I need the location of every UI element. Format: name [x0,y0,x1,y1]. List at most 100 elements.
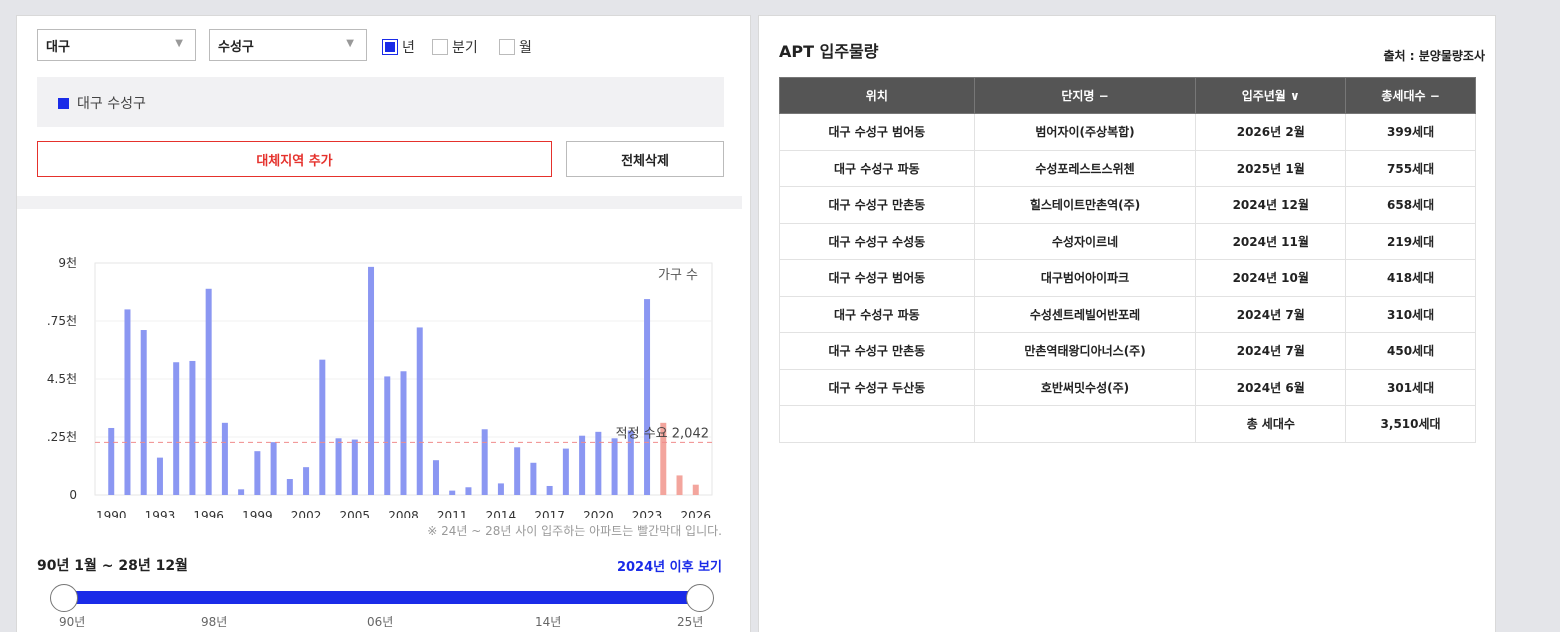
bar [108,427,115,495]
y-tick-label: 4.5천 [47,371,77,386]
households-cell: 301세대 [1345,368,1476,406]
bar [140,330,147,495]
bar [368,266,375,495]
col-header-location: 위치 [779,77,975,114]
view-after-2024-link[interactable]: 2024년 이후 보기 [617,556,722,575]
selected-region-label: 대구 수성구 [77,96,146,112]
district-select[interactable]: 수성구 ▼ [209,29,367,61]
period-quarter-checkbox[interactable]: 분기 [432,37,478,57]
bar [286,479,293,495]
complex-name-cell: 대구범어아이파크 [973,259,1197,297]
complex-name-cell: 수성센트레빌어반포레 [973,295,1197,333]
x-tick-label: 1996 [193,509,224,518]
move-in-date-cell: 2024년 7월 [1195,332,1347,370]
chevron-down-icon: ▼ [346,38,354,49]
add-region-button[interactable]: 대체지역 추가 [37,141,552,177]
bar [692,484,699,495]
bar [156,457,163,495]
col-header-households-sort[interactable]: 총세대수 − [1345,77,1476,114]
checkbox-icon [499,39,515,55]
bar [449,490,456,495]
table-row[interactable]: 대구 수성구 만촌동 만촌역태왕디아너스(주) 2024년 7월 450세대 [779,332,1476,370]
bar [676,475,683,495]
move-in-date-cell: 2024년 7월 [1195,295,1347,333]
table-row[interactable]: 대구 수성구 범어동 대구범어아이파크 2024년 10월 418세대 [779,259,1476,297]
bar [432,460,439,495]
table-row[interactable]: 대구 수성구 파동 수성센트레빌어반포레 2024년 7월 310세대 [779,295,1476,333]
bar [384,376,391,495]
slider-tick-label: 90년 [59,615,86,629]
y-tick-label: 6.75천 [47,313,77,328]
slider-tick-label: 25년 [677,615,704,629]
section-divider [17,196,742,209]
move-in-date-cell: 2024년 10월 [1195,259,1347,297]
move-in-date-cell: 2024년 6월 [1195,368,1347,406]
x-tick-label: 1993 [145,509,176,518]
chevron-down-icon: ▼ [175,38,183,49]
table-body: 대구 수성구 범어동 범어자이(주상복합) 2026년 2월 399세대 대구 수성구 … [779,113,1476,443]
complex-name-cell: 힐스테이트만촌역(주) [973,186,1197,224]
move-in-date-cell: 2024년 12월 [1195,186,1347,224]
location-cell: 대구 수성구 범어동 [779,259,975,297]
x-tick-label: 2008 [388,509,419,518]
delete-all-button[interactable]: 전체삭제 [566,141,724,177]
bar [238,489,245,495]
empty-cell [973,405,1197,443]
bar [270,442,277,495]
complex-name-cell: 수성포레스트스위첸 [973,149,1197,187]
complex-name-cell: 호반써밋수성(주) [973,368,1197,406]
bar [303,467,310,495]
city-select[interactable]: 대구 ▼ [37,29,196,61]
col-header-move-in-sort[interactable]: 입주년월 ∨ [1195,77,1347,114]
households-cell: 418세대 [1345,259,1476,297]
bar [611,438,618,495]
households-cell: 219세대 [1345,222,1476,260]
apt-supply-table-panel: APT 입주물량 출처 : 분양물량조사 위치 단지명 − 입주년월 ∨ 총세대… [758,15,1496,632]
bar [497,483,504,495]
total-label-cell: 총 세대수 [1195,405,1347,443]
x-tick-label: 1990 [96,509,127,518]
bar [644,299,651,495]
checkbox-icon [432,39,448,55]
table-row[interactable]: 대구 수성구 수성동 수성자이르네 2024년 11월 219세대 [779,222,1476,260]
city-select-value: 대구 [46,40,70,55]
move-in-date-cell: 2026년 2월 [1195,113,1347,151]
chart-note: ※ 24년 ~ 28년 사이 입주하는 아파트는 빨간막대 입니다. [427,524,722,538]
table-row[interactable]: 대구 수성구 만촌동 힐스테이트만촌역(주) 2024년 12월 658세대 [779,186,1476,224]
bar [319,359,326,495]
range-slider-end-handle[interactable] [686,584,714,612]
chart-legend: 가구 수 [658,268,698,283]
households-cell: 310세대 [1345,295,1476,333]
range-slider-start-handle[interactable] [50,584,78,612]
bar [124,309,131,495]
bar [205,288,212,495]
period-month-checkbox[interactable]: 월 [499,37,532,57]
total-value-cell: 3,510세대 [1345,405,1476,443]
selected-region-box: 대구 수성구 [37,77,724,127]
households-cell: 755세대 [1345,149,1476,187]
panel-title: APT 입주물량 [779,42,879,61]
col-header-complex-sort[interactable]: 단지명 − [973,77,1197,114]
table-row[interactable]: 대구 수성구 파동 수성포레스트스위첸 2025년 1월 755세대 [779,149,1476,187]
location-cell: 대구 수성구 파동 [779,295,975,333]
bar [514,447,521,495]
period-year-checkbox[interactable]: 년 [382,37,415,57]
bar [579,435,586,495]
location-cell: 대구 수성구 수성동 [779,222,975,260]
bar [481,429,488,495]
source-label: 출처 : 분양물량조사 [1383,49,1485,63]
households-cell: 658세대 [1345,186,1476,224]
bar [351,439,358,495]
x-tick-label: 2026 [680,509,711,518]
table-row[interactable]: 대구 수성구 범어동 범어자이(주상복합) 2026년 2월 399세대 [779,113,1476,151]
range-slider-track[interactable] [64,591,700,604]
range-label: 90년 1월 ~ 28년 12월 [37,558,188,574]
y-tick-label: 9천 [58,255,77,270]
threshold-label: 적정 수요 2,042 [616,426,709,441]
bar [546,485,553,495]
x-tick-label: 2017 [534,509,565,518]
table-row[interactable]: 대구 수성구 두산동 호반써밋수성(주) 2024년 6월 301세대 [779,368,1476,406]
bar [173,362,180,495]
district-select-value: 수성구 [218,40,254,55]
x-tick-label: 1999 [242,509,273,518]
